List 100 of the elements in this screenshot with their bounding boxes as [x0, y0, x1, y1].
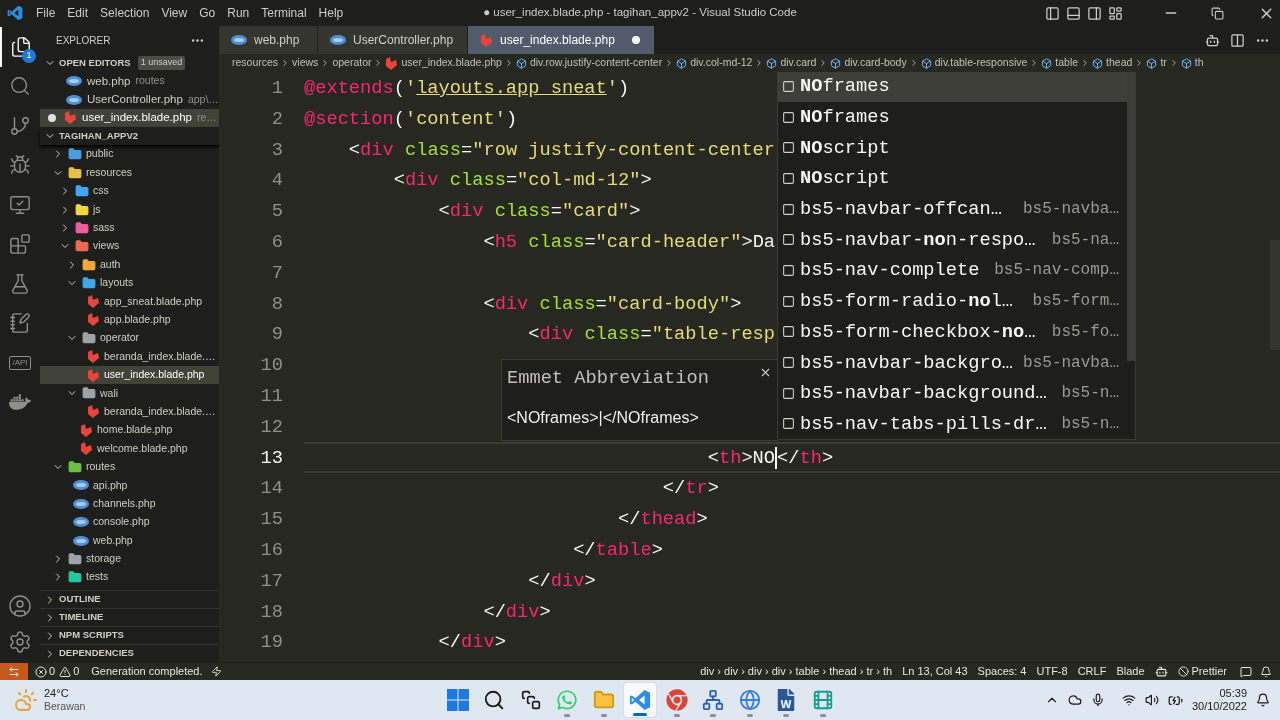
section-header[interactable]: OUTLINE [40, 590, 219, 608]
editor-tab[interactable]: user_index.blade.php [468, 26, 655, 54]
menu-item[interactable]: Go [194, 2, 221, 24]
menu-item[interactable]: Edit [62, 2, 94, 24]
menu-item[interactable]: Run [222, 2, 255, 24]
suggestion-item[interactable]: bs5-nav-tabs-pills-dr… bs5-n… [778, 408, 1127, 440]
tree-item[interactable]: css [40, 181, 219, 201]
suggestion-item[interactable]: NOframes [778, 72, 1127, 102]
status-item[interactable]: CRLF [1072, 663, 1112, 680]
open-editor-item[interactable]: user_index.blade.php re… [40, 108, 219, 128]
cloud-icon[interactable] [1067, 693, 1082, 707]
tree-item[interactable]: tests [40, 568, 219, 587]
section-header[interactable]: TIMELINE [40, 608, 219, 626]
tree-item[interactable]: auth [40, 255, 219, 274]
status-item[interactable]: Spaces: 4 [972, 663, 1032, 680]
section-header[interactable]: NPM SCRIPTS [40, 626, 219, 644]
breadcrumb-item[interactable]: div.card-body [830, 55, 907, 71]
suggestion-item[interactable]: bs5-navbar-non-respo… bs5-na… [778, 224, 1127, 256]
menu-item[interactable]: File [31, 2, 61, 24]
tree-item[interactable]: beranda_index.blade.… [40, 347, 219, 366]
activity-button[interactable]: /API [0, 343, 40, 383]
tree-item[interactable]: public [40, 145, 219, 164]
breadcrumb-item[interactable]: div.col-md-12 [676, 55, 753, 71]
breadcrumb-item[interactable]: resources [232, 55, 279, 71]
panel-bottom-icon[interactable] [1066, 5, 1081, 21]
speaker-icon[interactable] [1144, 693, 1159, 707]
bell-icon[interactable] [1260, 665, 1272, 678]
tree-item[interactable]: layouts [40, 273, 219, 293]
settings-icon[interactable] [8, 630, 32, 654]
tree-item[interactable]: home.blade.php [40, 421, 219, 440]
tree-item[interactable]: resources [40, 163, 219, 182]
panel-left-icon[interactable] [1045, 5, 1060, 21]
open-editor-item[interactable]: UserController.php app\… [40, 90, 219, 109]
breadcrumb-item[interactable]: user_index.blade.php [385, 55, 502, 71]
open-editor-item[interactable]: web.php routes [40, 72, 219, 91]
tree-item[interactable]: api.php [40, 476, 219, 495]
scrollbar-thumb[interactable] [1127, 72, 1135, 361]
status-item[interactable]: UTF-8 [1031, 663, 1073, 680]
robot-icon[interactable] [1154, 665, 1168, 678]
suggestion-item[interactable]: NOscript [778, 163, 1127, 194]
close-icon[interactable] [759, 366, 772, 379]
breadcrumb-item[interactable]: div.row.justify-content-center [515, 55, 663, 71]
split-editor-icon[interactable] [1230, 32, 1245, 48]
lightning-icon[interactable] [210, 666, 222, 677]
suggestion-item[interactable]: NOframes [778, 101, 1127, 133]
account-icon[interactable] [8, 594, 32, 618]
tree-item[interactable]: welcome.blade.php [40, 439, 219, 458]
bell-icon[interactable] [1256, 693, 1270, 707]
remote-button[interactable] [0, 663, 28, 680]
tree-item[interactable]: user_index.blade.php [40, 365, 219, 385]
breadcrumb-item[interactable]: table [1041, 55, 1079, 71]
breadcrumb-item[interactable]: operator [332, 55, 372, 71]
tree-item[interactable]: app_sneat.blade.php [40, 292, 219, 311]
tree-item[interactable]: web.php [40, 531, 219, 550]
breadcrumb-item[interactable]: thead [1092, 55, 1133, 71]
suggestion-item[interactable]: bs5-navbar-backgro… bs5-navba… [778, 347, 1127, 378]
status-item[interactable]: Ln 13, Col 43 [897, 663, 973, 680]
tree-item[interactable]: console.php [40, 513, 219, 532]
suggestion-item[interactable]: bs5-form-radio-nol… bs5-form… [778, 285, 1127, 317]
wifi-icon[interactable] [1121, 693, 1136, 707]
suggestion-item[interactable]: bs5-form-checkbox-no… bs5-fo… [778, 316, 1127, 348]
editor-tab[interactable]: web.php [219, 26, 318, 54]
tree-item[interactable]: routes [40, 457, 219, 477]
layout-icon[interactable] [1108, 5, 1123, 21]
tree-item[interactable]: operator [40, 329, 219, 348]
tree-item[interactable]: views [40, 237, 219, 256]
suggestion-item[interactable]: bs5-navbar-offcan… bs5-navba… [778, 193, 1127, 225]
breadcrumb-item[interactable]: div.table-responsive [920, 55, 1028, 71]
breadcrumb-item[interactable]: th [1180, 55, 1204, 71]
tree-item[interactable]: channels.php [40, 494, 219, 513]
menu-item[interactable]: Help [313, 2, 349, 24]
breadcrumb-item[interactable]: div.card [766, 55, 817, 71]
status-item[interactable]: div › div › div › div › table › thead › tr › th [695, 663, 898, 680]
weather-condition: Berawan [44, 700, 86, 713]
suggestion-item[interactable]: bs5-nav-complete bs5-nav-comp… [778, 255, 1127, 286]
tree-item[interactable]: js [40, 200, 219, 219]
tree-item[interactable]: storage [40, 549, 219, 569]
panel-right-icon[interactable] [1087, 5, 1102, 21]
problems-button[interactable]: 0 0 [35, 663, 80, 680]
tree-item[interactable]: sass [40, 218, 219, 238]
section-header[interactable]: TAGIHAN_APPV2 [40, 127, 219, 146]
tree-item[interactable]: wali [40, 384, 219, 403]
tree-item[interactable]: app.blade.php [40, 310, 219, 330]
status-item[interactable]: Blade [1111, 663, 1150, 680]
tree-item[interactable]: beranda_index.blade.… [40, 402, 219, 422]
breadcrumb-item[interactable]: views [292, 55, 319, 71]
restore-icon[interactable] [1211, 6, 1224, 20]
suggestion-item[interactable]: bs5-navbar-background… bs5-n… [778, 377, 1127, 409]
robot-icon[interactable] [1205, 32, 1220, 48]
microphone-icon[interactable] [1090, 693, 1105, 707]
formatter-button[interactable]: Prettier [1172, 663, 1232, 680]
breadcrumb-item[interactable]: tr [1146, 55, 1167, 71]
section-header[interactable]: OPEN EDITORS 1 unsaved [40, 54, 219, 72]
feedback-icon[interactable] [1240, 665, 1252, 678]
menu-item[interactable]: Terminal [256, 2, 312, 24]
menu-item[interactable]: Selection [95, 2, 155, 24]
editor-tab[interactable]: UserController.php [318, 26, 469, 54]
line-number: 18 [259, 599, 283, 625]
suggestion-item[interactable]: NOscript [778, 132, 1127, 164]
menu-item[interactable]: View [156, 2, 193, 24]
